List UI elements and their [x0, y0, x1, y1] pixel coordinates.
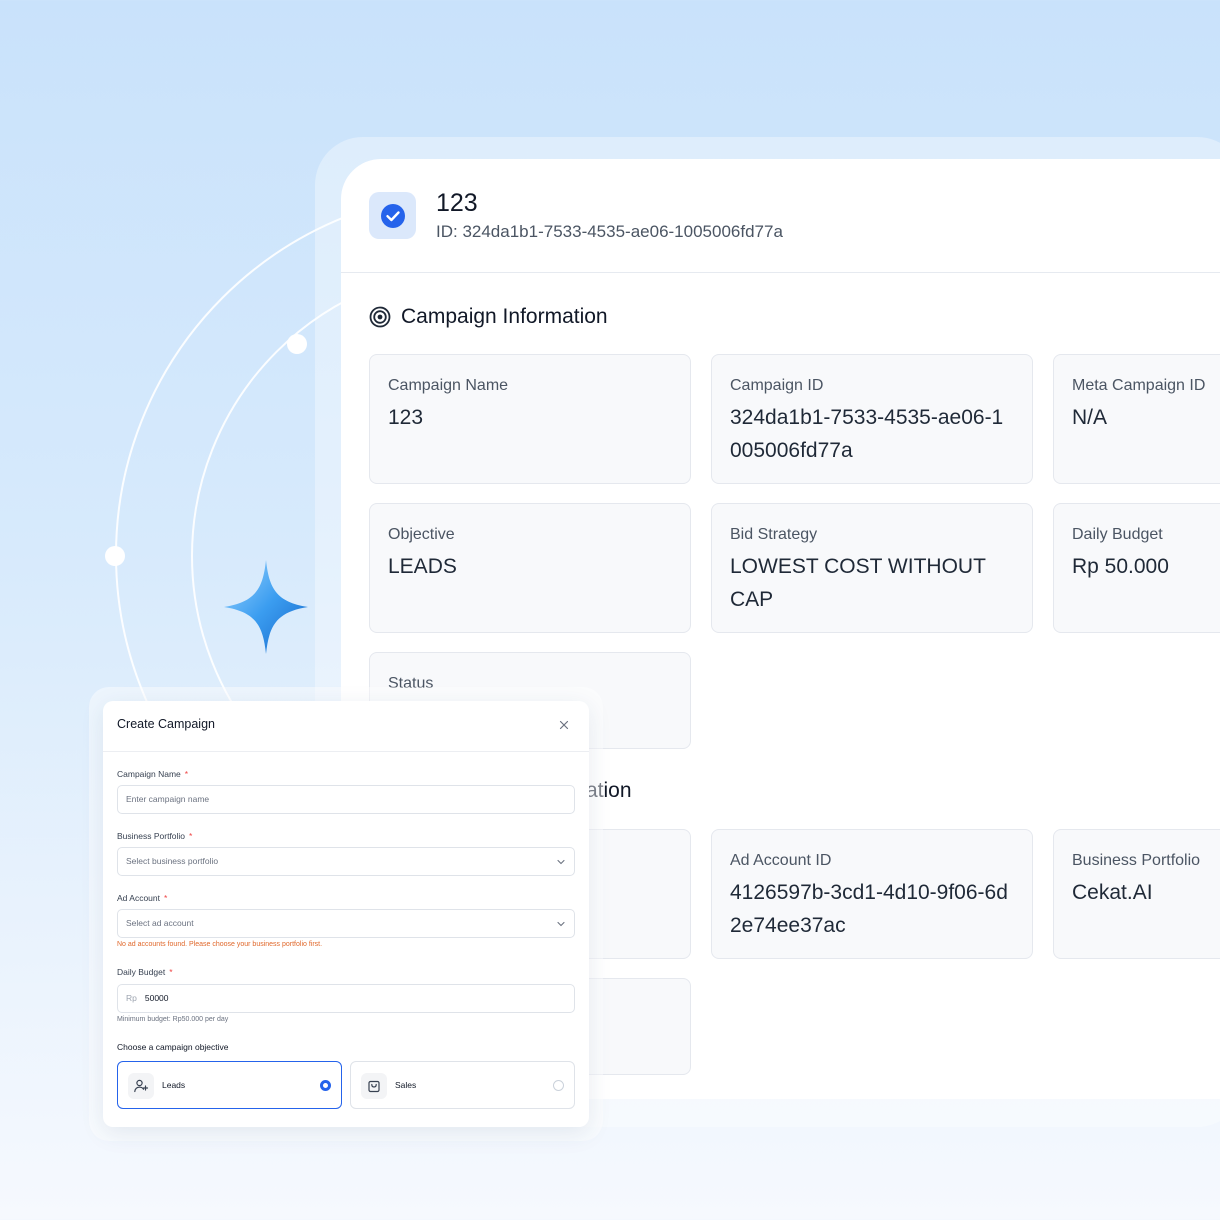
shopping-bag-icon: [361, 1073, 387, 1099]
objective-option-leads[interactable]: Leads: [117, 1061, 342, 1109]
campaign-title: 123: [436, 189, 478, 217]
close-icon[interactable]: [557, 718, 571, 732]
currency-prefix: Rp: [126, 993, 137, 1003]
card-value: Cekat.AI: [1072, 881, 1153, 904]
option-label: Sales: [395, 1080, 417, 1090]
create-campaign-modal: Create Campaign Campaign Name * Enter cam…: [103, 701, 589, 1127]
section-campaign-information: Campaign Information: [369, 305, 608, 329]
business-portfolio-select[interactable]: Select business portfolio: [117, 847, 575, 876]
detail-header: 123 ID: 324da1b1-7533-4535-ae06-1005006f…: [341, 159, 1220, 273]
ad-account-label: Ad Account *: [117, 893, 167, 903]
modal-title: Create Campaign: [117, 717, 215, 731]
card-meta-campaign-id: Meta Campaign ID N/A: [1053, 354, 1220, 484]
placeholder: Enter campaign name: [126, 794, 210, 804]
option-label: Leads: [162, 1080, 186, 1090]
daily-budget-hint: Minimum budget: Rp50.000 per day: [117, 1016, 229, 1023]
card-daily-budget: Daily Budget Rp 50.000: [1053, 503, 1220, 633]
ad-account-select[interactable]: Select ad account: [117, 909, 575, 938]
card-label: Meta Campaign ID: [1072, 377, 1206, 394]
card-campaign-name: Campaign Name 123: [369, 354, 691, 484]
check-circle-icon: [369, 192, 416, 239]
label-text: Campaign Name: [117, 769, 181, 779]
card-value: 4126597b-3cd1-4d10-9f06-6d2e74ee37ac: [730, 881, 1008, 937]
radio-unselected[interactable]: [553, 1080, 564, 1091]
orbit-dot: [287, 334, 307, 354]
placeholder: Select ad account: [126, 918, 194, 928]
campaign-name-input[interactable]: Enter campaign name: [117, 785, 575, 814]
card-label: Campaign Name: [388, 377, 509, 394]
label-text: Business Portfolio: [117, 831, 186, 841]
card-business-portfolio: Business Portfolio Cekat.AI: [1053, 829, 1220, 959]
modal-header: Create Campaign: [103, 701, 589, 752]
budget-value: 50000: [144, 993, 169, 1003]
card-label: Campaign ID: [730, 377, 824, 394]
section-title: Campaign Information: [401, 305, 608, 328]
daily-budget-input[interactable]: Rp 50000: [117, 984, 575, 1013]
card-label: Daily Budget: [1072, 526, 1163, 543]
campaign-id-line: ID: 324da1b1-7533-4535-ae06-1005006fd77a: [436, 222, 783, 241]
orbit-dot: [105, 546, 125, 566]
card-label: Objective: [388, 526, 455, 543]
card-value: 324da1b1-7533-4535-ae06-1005006fd77a: [730, 406, 1004, 462]
card-label: Ad Account ID: [730, 852, 832, 869]
user-plus-icon: [128, 1073, 154, 1099]
business-portfolio-label: Business Portfolio *: [117, 831, 192, 841]
objective-label: Choose a campaign objective: [117, 1042, 229, 1052]
card-bid-strategy: Bid Strategy LOWEST COST WITHOUT CAP: [711, 503, 1033, 633]
card-label: Bid Strategy: [730, 526, 818, 543]
card-campaign-id: Campaign ID 324da1b1-7533-4535-ae06-1005…: [711, 354, 1033, 484]
card-value: Rp 50.000: [1072, 555, 1169, 578]
radio-selected[interactable]: [320, 1080, 331, 1091]
placeholder: Select business portfolio: [126, 856, 219, 866]
card-value: LOWEST COST WITHOUT CAP: [730, 555, 986, 611]
required-mark: *: [164, 893, 168, 903]
card-value: LEADS: [388, 555, 457, 578]
objective-option-sales[interactable]: Sales: [350, 1061, 575, 1109]
sparkle-icon: [224, 560, 308, 654]
chevron-down-icon: [557, 859, 565, 865]
card-value: N/A: [1072, 406, 1108, 429]
card-label: Business Portfolio: [1072, 852, 1201, 869]
label-text: Ad Account: [117, 893, 161, 903]
campaign-name-label: Campaign Name *: [117, 769, 188, 779]
chevron-down-icon: [557, 921, 565, 927]
required-mark: *: [189, 831, 193, 841]
card-ad-account-id: Ad Account ID 4126597b-3cd1-4d10-9f06-6d…: [711, 829, 1033, 959]
required-mark: *: [169, 967, 173, 977]
label-text: Daily Budget: [117, 967, 166, 977]
required-mark: *: [184, 769, 189, 779]
target-icon: [369, 306, 391, 328]
daily-budget-label: Daily Budget *: [117, 967, 173, 977]
card-objective: Objective LEADS: [369, 503, 691, 633]
card-value: 123: [388, 406, 424, 429]
ad-account-error: No ad accounts found. Please choose your…: [117, 941, 323, 948]
